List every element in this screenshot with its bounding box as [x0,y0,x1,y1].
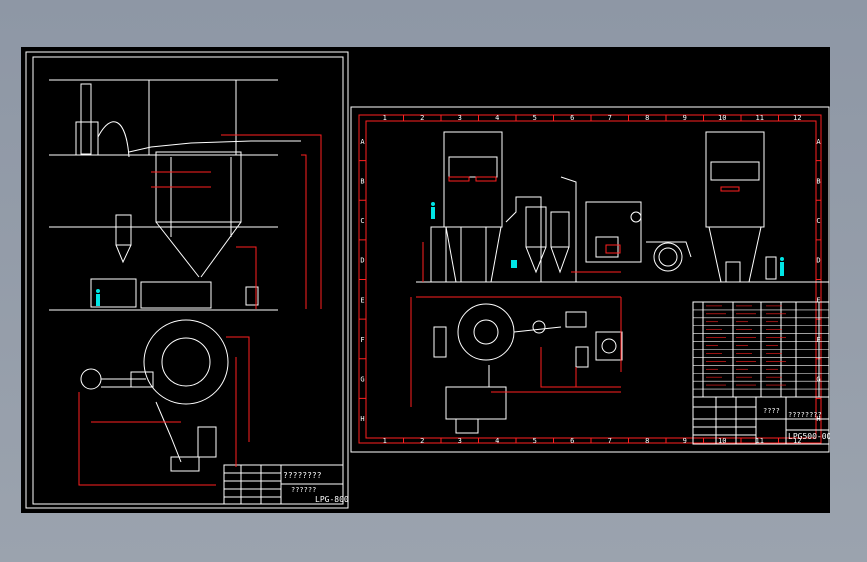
grid-column-label: 8 [645,114,649,122]
cad-drawing: ???????? ?????? LPG-800 1 2 3 4 5 6 7 8 9 10 11 12 … [25,51,832,509]
right-title-marks: ???????? [788,411,822,419]
grid-row-label: B [816,177,820,185]
grid-column-label: 3 [458,437,462,445]
grid-column-label: 4 [495,437,499,445]
grid-row-label: C [816,217,820,225]
grid-column-label: 9 [683,114,687,122]
grid-column-label: 11 [756,114,764,122]
grid-row-label: B [360,177,364,185]
right-equipment [416,131,830,445]
grid-column-label: 5 [533,437,537,445]
right-drawing-number: LPG500-00 [788,432,830,441]
right-title-sub: ???? [763,407,780,415]
grid-row-label: G [360,376,364,384]
left-drawing-number: LPG-800 [315,495,349,504]
grid-row-label: C [360,217,364,225]
left-sheet [25,51,349,509]
grid-column-label: 1 [383,437,387,445]
grid-column-label: 6 [570,114,574,122]
grid-column-label: 1 [383,114,387,122]
right-accent-marks [431,202,784,276]
grid-column-label: 10 [718,114,726,122]
grid-column-label: 3 [458,114,462,122]
grid-column-label: 7 [608,437,612,445]
grid-column-label: 9 [683,437,687,445]
grid-column-label: 7 [608,114,612,122]
grid-row-label: F [360,336,364,344]
grid-column-label: 6 [570,437,574,445]
right-dimensions [410,176,740,407]
grid-column-label: 12 [793,114,801,122]
cad-viewport[interactable]: ???????? ?????? LPG-800 1 2 3 4 5 6 7 8 9 10 11 12 … [21,47,832,513]
grid-column-label: 5 [533,114,537,122]
grid-row-label: A [360,138,365,146]
grid-column-label: 2 [420,114,424,122]
grid-row-label: D [360,257,364,265]
left-title-marks: ???????? [283,471,322,480]
left-title-sub: ?????? [291,486,316,494]
right-sheet-border [358,114,822,444]
grid-row-label: E [360,296,364,304]
grid-column-label: 2 [420,437,424,445]
left-accent-marks [96,289,100,306]
grid-column-label: 8 [645,437,649,445]
grid-column-label: 4 [495,114,499,122]
grid-row-label: D [816,257,820,265]
grid-row-label: H [360,415,364,423]
grid-row-labels-left: A B C D E F G H [359,138,366,423]
